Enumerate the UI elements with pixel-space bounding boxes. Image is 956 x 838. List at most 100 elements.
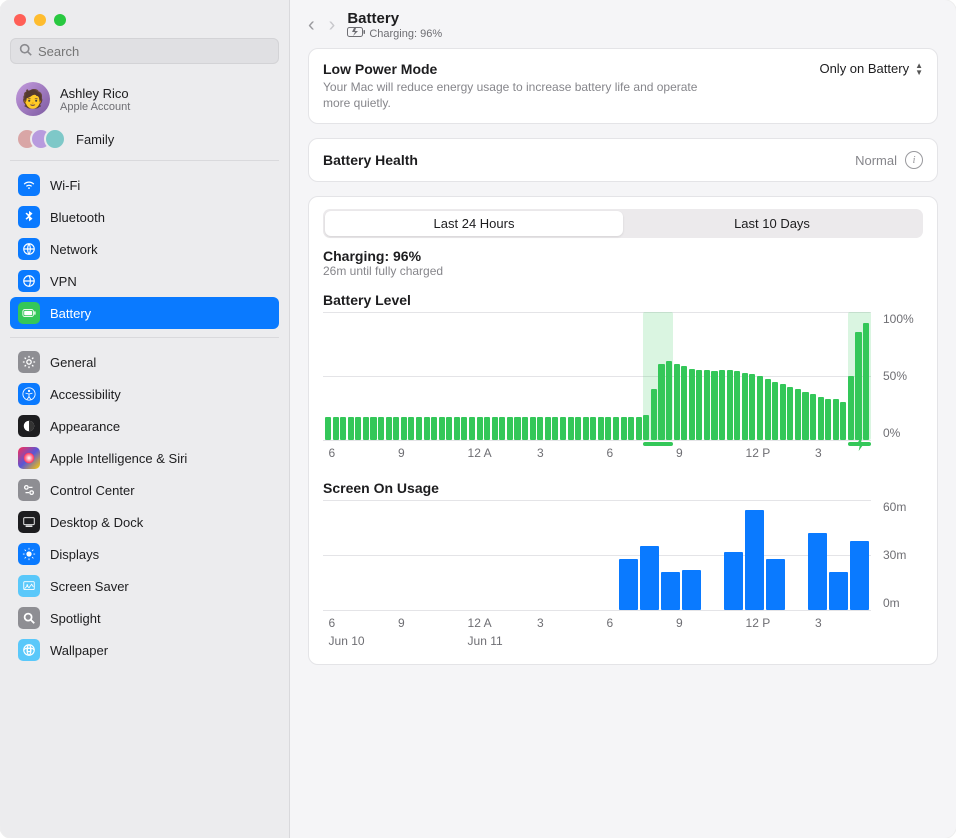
y-tick: 100% [883, 312, 923, 326]
chart-bar [765, 379, 771, 440]
sidebar-item-label: Spotlight [50, 611, 101, 626]
chart-bar [863, 323, 869, 441]
chart-bar [514, 417, 520, 440]
chart-bar [848, 376, 854, 440]
sidebar-item-ai-siri[interactable]: Apple Intelligence & Siri [10, 442, 279, 474]
search-field[interactable] [10, 38, 279, 64]
charging-status-title: Charging: 96% [323, 248, 923, 264]
chart-bar [621, 417, 627, 440]
account-name: Ashley Rico [60, 86, 130, 101]
screen-on-title: Screen On Usage [323, 480, 923, 496]
desktop-dock-icon [18, 511, 40, 533]
fullscreen-window-button[interactable] [54, 14, 66, 26]
chart-bar [749, 374, 755, 441]
chart-bar [719, 370, 725, 440]
sidebar-item-control-center[interactable]: Control Center [10, 474, 279, 506]
minimize-window-button[interactable] [34, 14, 46, 26]
chart-bar [401, 417, 407, 440]
chart-bar [745, 510, 764, 611]
sidebar-item-wifi[interactable]: Wi-Fi [10, 169, 279, 201]
sidebar-item-label: Wi-Fi [50, 178, 80, 193]
sidebar-item-battery[interactable]: Battery [10, 297, 279, 329]
sidebar-item-desktop-dock[interactable]: Desktop & Dock [10, 506, 279, 538]
chart-bar [855, 332, 861, 441]
history-segmented-control[interactable]: Last 24 Hours Last 10 Days [323, 209, 923, 238]
x-tick: 9 [676, 446, 683, 460]
chart-bar [658, 364, 664, 441]
chevron-updown-icon: ▲▼ [915, 62, 923, 76]
sidebar-item-label: Appearance [50, 419, 120, 434]
sidebar-item-displays[interactable]: Displays [10, 538, 279, 570]
accessibility-icon [18, 383, 40, 405]
sidebar-item-bluetooth[interactable]: Bluetooth [10, 201, 279, 233]
x-tick: 9 [398, 616, 405, 630]
chart-bar [325, 417, 331, 440]
chart-bar [818, 397, 824, 441]
battery-health-value: Normal [855, 153, 897, 168]
chart-bar [772, 382, 778, 441]
account-sub: Apple Account [60, 101, 130, 113]
sidebar-item-screen-saver[interactable]: Screen Saver [10, 570, 279, 602]
chart-bar [757, 376, 763, 440]
chart-bar [711, 371, 717, 440]
wallpaper-icon [18, 639, 40, 661]
sidebar-item-vpn[interactable]: VPN [10, 265, 279, 297]
sidebar-item-accessibility[interactable]: Accessibility [10, 378, 279, 410]
chart-bar [727, 370, 733, 440]
x-tick: 6 [329, 616, 336, 630]
lpm-desc: Your Mac will reduce energy usage to inc… [323, 79, 703, 111]
lpm-select[interactable]: Only on Battery ▲▼ [819, 61, 923, 76]
tab-last-10-days[interactable]: Last 10 Days [623, 211, 921, 236]
usage-history-card: Last 24 Hours Last 10 Days Charging: 96%… [308, 196, 938, 665]
chart-bar [787, 387, 793, 441]
search-input[interactable] [38, 44, 270, 59]
chart-bar [492, 417, 498, 440]
chart-bar [560, 417, 566, 440]
chart-bar [810, 394, 816, 440]
chart-bar [681, 366, 687, 440]
apple-account-row[interactable]: 🧑 Ashley Rico Apple Account [10, 76, 279, 122]
chart-bar [370, 417, 376, 440]
chart-bar [802, 392, 808, 441]
chart-bar [590, 417, 596, 440]
sidebar-item-label: Battery [50, 306, 91, 321]
low-power-mode-card: Low Power Mode Your Mac will reduce ener… [308, 48, 938, 124]
sidebar-item-general[interactable]: General [10, 346, 279, 378]
chart-bar [469, 417, 475, 440]
chart-bar [363, 417, 369, 440]
info-icon[interactable]: i [905, 151, 923, 169]
chart-bar [704, 370, 710, 440]
sidebar-list: Wi-Fi BluetoothNetworkVPN Battery General Ac… [10, 169, 279, 666]
tab-last-24-hours[interactable]: Last 24 Hours [325, 211, 623, 236]
nav-back-button[interactable]: ‹ [308, 15, 315, 35]
chart-bar [666, 361, 672, 440]
chart-bar [386, 417, 392, 440]
sidebar-item-appearance[interactable]: Appearance [10, 410, 279, 442]
network-icon [18, 238, 40, 260]
x-tick: 9 [676, 616, 683, 630]
sidebar-item-label: Desktop & Dock [50, 515, 143, 530]
chart-bar [424, 417, 430, 440]
y-tick: 0m [883, 596, 923, 610]
sidebar-item-wallpaper[interactable]: Wallpaper [10, 634, 279, 666]
sidebar-item-spotlight[interactable]: Spotlight [10, 602, 279, 634]
chart-bar [808, 533, 827, 610]
sidebar-item-network[interactable]: Network [10, 233, 279, 265]
window-controls [10, 10, 279, 38]
chart-bar [619, 559, 638, 610]
chart-bar [416, 417, 422, 440]
sidebar-item-label: General [50, 355, 96, 370]
x-tick: 12 P [746, 446, 771, 460]
chart-bar [674, 364, 680, 441]
y-tick: 60m [883, 500, 923, 514]
chart-bar [640, 546, 659, 610]
sidebar-item-label: Control Center [50, 483, 135, 498]
x-date-label: Jun 10 [329, 634, 365, 648]
x-tick: 6 [329, 446, 336, 460]
family-row[interactable]: Family [10, 122, 279, 161]
x-tick: 3 [537, 616, 544, 630]
chart-bar [355, 417, 361, 440]
close-window-button[interactable] [14, 14, 26, 26]
nav-forward-button[interactable]: › [329, 15, 336, 35]
main-panel: ‹ › Battery Charging: 96% Low Power Mode [290, 0, 956, 838]
